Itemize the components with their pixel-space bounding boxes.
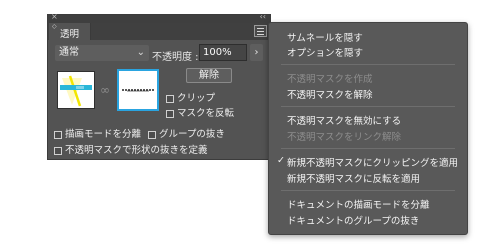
menu-item-document-isolate-blending[interactable]: ドキュメントの描画モードを分離 <box>287 197 430 211</box>
define-knockout-shape-checkbox-row[interactable]: 不透明マスクで形状の抜きを定義 <box>54 142 208 156</box>
knockout-group-checkbox[interactable] <box>148 130 156 139</box>
mask-thumbnail[interactable] <box>117 69 159 111</box>
blend-mode-select[interactable]: 通常 ⌄ <box>55 45 149 61</box>
menu-separator <box>281 106 455 107</box>
artwork-thumbnail[interactable] <box>57 71 95 109</box>
artwork-preview <box>60 75 92 107</box>
opacity-slider-arrow[interactable]: › <box>250 44 263 61</box>
isolate-blending-label: 描画モードを分離 <box>65 129 142 140</box>
opacity-label: 不透明度 : <box>152 52 199 63</box>
clip-checkbox-row[interactable]: クリップ <box>166 90 215 104</box>
panel-title-bar[interactable]: × ‹‹ <box>48 12 270 23</box>
menu-separator <box>281 64 455 65</box>
menu-separator <box>281 148 455 149</box>
close-icon[interactable]: × <box>51 12 58 21</box>
menu-item-document-knockout-group[interactable]: ドキュメントのグループの抜き <box>287 213 419 227</box>
mask-preview <box>122 89 154 92</box>
invert-mask-checkbox-row[interactable]: マスクを反転 <box>166 105 234 119</box>
hamburger-icon-line <box>257 31 264 32</box>
menu-item-unlink-mask: 不透明マスクをリンク解除 <box>287 132 402 143</box>
menu-item-hide-thumbnails[interactable]: サムネールを隠す <box>287 30 363 44</box>
clip-checkbox[interactable] <box>166 94 174 103</box>
link-icon[interactable]: ∞ <box>100 83 110 97</box>
tab-label: 透明 <box>60 29 80 40</box>
tab-expand-icon[interactable]: ◇ <box>52 24 57 30</box>
checkmark-icon: ✓ <box>277 155 285 166</box>
panel-flyout-menu: サムネールを隠す オプションを隠す 不透明マスクを作成 不透明マスクを解除 不透… <box>268 22 468 235</box>
menu-item-release-mask[interactable]: 不透明マスクを解除 <box>287 87 373 101</box>
blend-mode-value: 通常 <box>59 47 79 58</box>
hamburger-icon-line <box>257 34 264 35</box>
collapse-icon[interactable]: ‹‹ <box>260 12 266 21</box>
release-button[interactable]: 解除 <box>186 68 232 83</box>
invert-mask-checkbox[interactable] <box>166 109 174 118</box>
menu-item-make-mask: 不透明マスクを作成 <box>287 74 373 85</box>
menu-item-new-mask-clipping[interactable]: 新規不透明マスクにクリッピングを適用 <box>287 155 458 169</box>
isolate-blending-checkbox-row[interactable]: 描画モードを分離 <box>54 126 141 140</box>
clip-label: クリップ <box>177 93 216 104</box>
tab-transparency[interactable]: ◇ 透明 <box>49 23 91 40</box>
chevron-down-icon: ⌄ <box>136 47 145 58</box>
isolate-blending-checkbox[interactable] <box>54 130 62 139</box>
transparency-panel: × ‹‹ ◇ 透明 通常 ⌄ 不透明度 : 100% › ∞ 解除 クリップ マ… <box>47 12 271 160</box>
define-knockout-shape-checkbox[interactable] <box>54 146 62 155</box>
hamburger-icon <box>257 28 264 29</box>
knockout-group-label: グループの抜き <box>159 129 225 140</box>
menu-separator <box>281 190 455 191</box>
define-knockout-shape-label: 不透明マスクで形状の抜きを定義 <box>65 145 208 156</box>
invert-mask-label: マスクを反転 <box>177 108 235 119</box>
menu-item-new-mask-invert[interactable]: 新規不透明マスクに反転を適用 <box>287 171 420 185</box>
panel-menu-button[interactable] <box>254 25 267 37</box>
menu-item-disable-mask[interactable]: 不透明マスクを無効にする <box>287 113 401 127</box>
panel-tab-row: ◇ 透明 <box>48 23 270 40</box>
menu-item-hide-options[interactable]: オプションを隠す <box>287 45 363 59</box>
opacity-input[interactable]: 100% <box>199 44 247 61</box>
knockout-group-checkbox-row[interactable]: グループの抜き <box>148 126 225 140</box>
